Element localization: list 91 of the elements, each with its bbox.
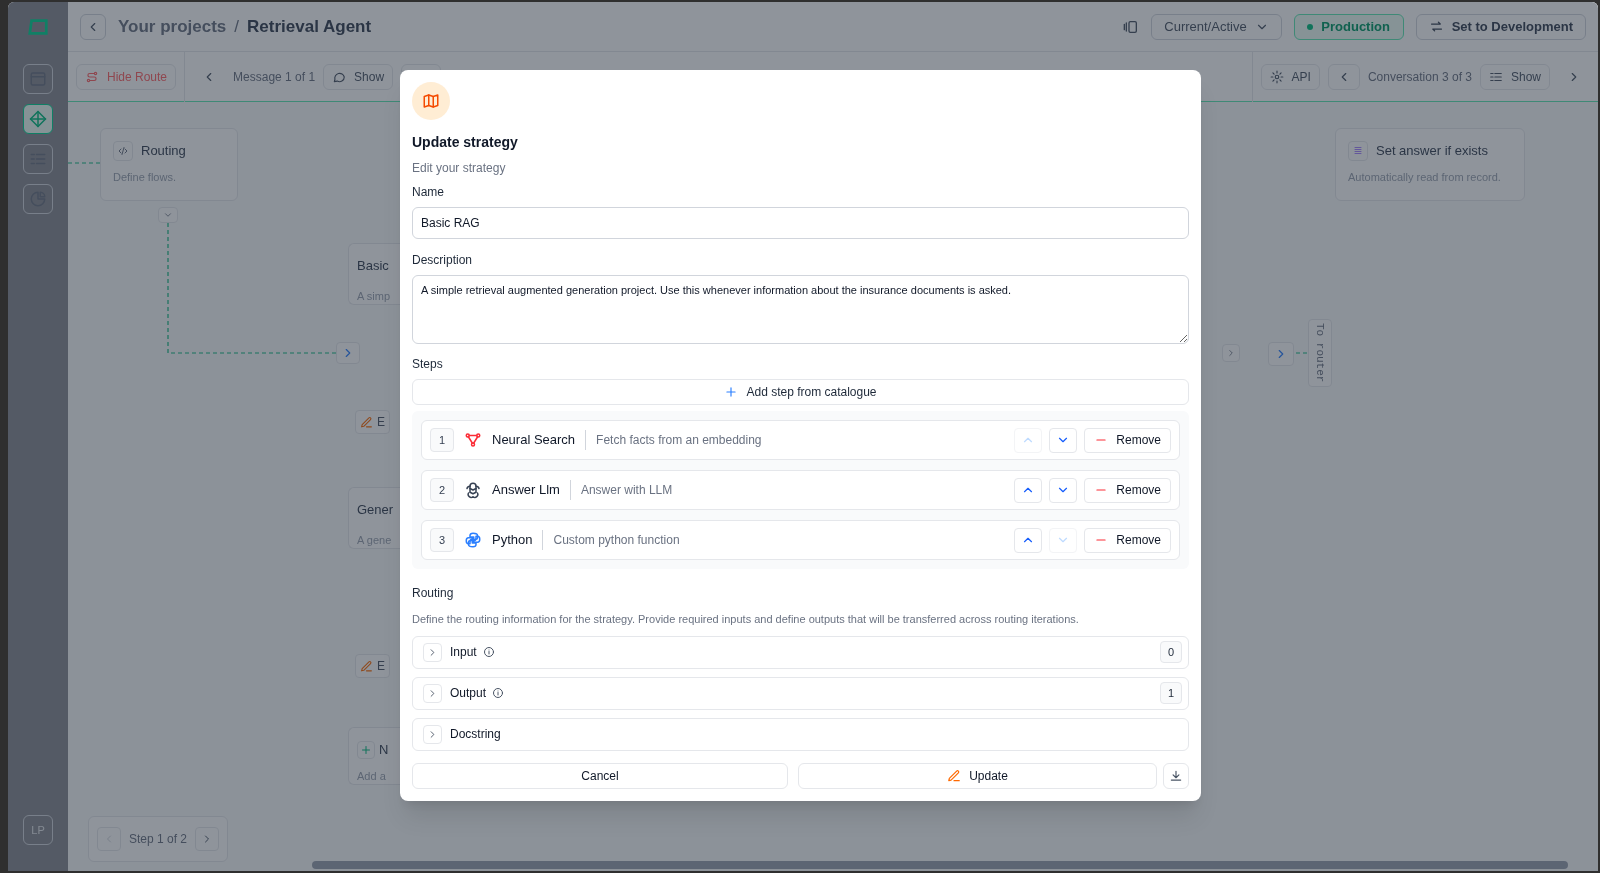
logo-icon [27, 16, 49, 38]
plus-icon [360, 743, 372, 756]
back-button[interactable] [80, 13, 106, 40]
pencil-icon [360, 415, 373, 429]
name-input[interactable]: Basic RAG [412, 207, 1189, 239]
panel-icon [1123, 18, 1140, 35]
accordion-label: Input [450, 644, 477, 661]
previous-conversation-button[interactable] [1327, 63, 1360, 90]
diamond-icon [29, 110, 47, 128]
conversation-counter: Conversation 3 of 3 [1367, 68, 1472, 86]
settings-icon [1269, 69, 1284, 84]
description-textarea[interactable]: A simple retrieval augmented generation project. Use this whenever information about the insurance documents is asked. [412, 275, 1189, 344]
connector-line [68, 162, 101, 164]
node-title: Routing [141, 142, 186, 161]
scrollbar[interactable] [312, 861, 1568, 869]
list-icon [1352, 145, 1364, 157]
dropdown-value: Current/Active [1164, 17, 1247, 36]
step-counter: Step 1 of 2 [129, 831, 188, 848]
step-description: Fetch facts from an embedding [596, 432, 762, 449]
download-icon [1169, 768, 1183, 783]
step-name: Answer Llm [492, 481, 560, 500]
show-conversation-button[interactable]: Show [1479, 63, 1550, 90]
field-label: Description [412, 252, 474, 269]
breadcrumb-link[interactable]: Your projects [118, 13, 227, 40]
count-badge: 0 [1160, 641, 1182, 663]
step-name: Python [492, 531, 533, 550]
arrow-button[interactable] [336, 342, 360, 364]
move-up-button[interactable] [1014, 477, 1043, 503]
version-dropdown[interactable]: Current/Active [1151, 13, 1282, 40]
download-button[interactable] [1163, 762, 1189, 789]
swap-arrows-icon [1428, 19, 1444, 34]
edit-button[interactable]: E [355, 410, 390, 434]
edit-button[interactable]: E [355, 654, 390, 678]
dialog-subtitle: Edit your strategy [412, 160, 507, 177]
code-icon [117, 145, 129, 157]
section-label: Routing [412, 585, 455, 602]
nodes-icon [464, 431, 482, 449]
update-button[interactable]: Update [798, 762, 1157, 789]
pencil-icon [360, 659, 373, 673]
pencil-icon [947, 768, 962, 783]
remove-button[interactable]: Remove [1084, 427, 1171, 453]
sidebar-nav-button[interactable] [23, 184, 53, 214]
routing-help-text: Define the routing information for the strategy. Provide required inputs and define outputs that will be transferred across routing iterations. [412, 612, 1080, 627]
sidebar-nav-button[interactable] [23, 104, 53, 134]
arrow-button[interactable] [1268, 342, 1294, 366]
sidebar-nav-button[interactable] [23, 64, 53, 94]
field-label: Name [412, 184, 445, 201]
section-label: Steps [412, 356, 444, 373]
map-icon [422, 92, 440, 110]
step-number: 3 [430, 528, 454, 552]
route-icon [85, 69, 99, 84]
step-number: 1 [430, 428, 454, 452]
step-name: Neural Search [492, 431, 576, 450]
set-development-button[interactable]: Set to Development [1415, 13, 1586, 40]
hide-route-button[interactable]: Hide Route [76, 63, 177, 90]
node-title: Basic [357, 257, 390, 275]
expand-button[interactable] [158, 207, 178, 223]
step-description: Answer with LLM [580, 482, 673, 499]
breadcrumb-separator: / [234, 15, 240, 38]
page-title: Retrieval Agent [247, 15, 372, 38]
accordion-header[interactable]: Docstring [412, 717, 1189, 751]
python-icon [464, 531, 482, 549]
cancel-button[interactable]: Cancel [412, 762, 788, 789]
chevron-down-icon [163, 210, 173, 220]
next-step-button[interactable] [195, 827, 220, 851]
move-up-button[interactable] [1014, 527, 1043, 553]
node-title: Set answer if exists [1376, 142, 1488, 161]
move-down-button[interactable] [1049, 427, 1078, 453]
accordion-header[interactable]: Output 1 [412, 676, 1189, 710]
accordion-label: Output [450, 685, 487, 702]
count-badge: 1 [1160, 682, 1182, 704]
router-label: To router [1308, 319, 1332, 387]
accordion-header[interactable]: Input 0 [412, 635, 1189, 669]
node-title: Gener [357, 501, 395, 519]
step-number: 2 [430, 478, 454, 502]
step-description: Custom python function [553, 532, 680, 549]
chevron-right-icon [1226, 348, 1236, 358]
dialog-title: Update strategy [412, 133, 519, 152]
node-title: N [379, 741, 389, 759]
accordion-label: Docstring [450, 726, 501, 743]
show-message-button[interactable]: Show [323, 63, 394, 90]
next-button[interactable] [1222, 344, 1240, 362]
plus-icon [724, 385, 739, 399]
message-counter: Message 1 of 1 [233, 68, 316, 86]
move-down-button[interactable] [1049, 477, 1078, 503]
remove-button[interactable]: Remove [1084, 477, 1171, 503]
add-step-button[interactable]: Add step from catalogue [412, 379, 1189, 405]
api-button[interactable]: API [1260, 63, 1320, 90]
environment-button[interactable]: Production [1293, 13, 1404, 40]
sidebar-nav-button[interactable] [23, 144, 53, 174]
remove-button[interactable]: Remove [1084, 527, 1171, 553]
